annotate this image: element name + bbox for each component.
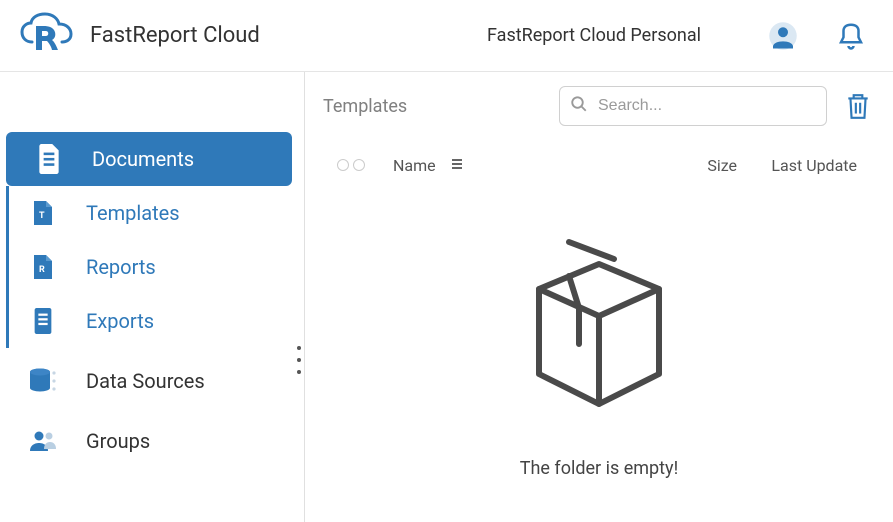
sidebar-item-groups[interactable]: Groups	[0, 414, 304, 468]
empty-box-icon	[509, 234, 689, 428]
notifications-bell-icon[interactable]	[833, 18, 869, 54]
sidebar-item-reports[interactable]: R Reports	[0, 240, 304, 294]
workspace-name[interactable]: FastReport Cloud Personal	[487, 25, 701, 46]
app-header: FastReport Cloud FastReport Cloud Person…	[0, 0, 893, 72]
sidebar-item-label: Documents	[92, 147, 194, 171]
sidebar-item-label: Reports	[86, 255, 156, 279]
app-logo-icon	[18, 12, 74, 60]
sidebar: Documents T Templates R Reports Exports …	[0, 72, 305, 522]
svg-text:R: R	[39, 265, 45, 275]
database-icon	[28, 368, 58, 394]
sidebar-item-label: Data Sources	[86, 369, 205, 393]
report-file-icon: R	[28, 254, 58, 280]
column-last-update[interactable]: Last Update	[737, 156, 857, 175]
sidebar-resize-handle[interactable]	[293, 342, 305, 378]
empty-state: The folder is empty!	[323, 190, 875, 522]
svg-text:T: T	[39, 211, 45, 221]
column-name[interactable]: Name	[393, 156, 436, 175]
main-content: Templates Name Size Last Upd	[305, 72, 893, 522]
sort-icon[interactable]	[450, 156, 464, 175]
sidebar-item-label: Exports	[86, 309, 154, 333]
empty-message: The folder is empty!	[520, 458, 678, 479]
search-input[interactable]	[598, 97, 816, 115]
sidebar-item-exports[interactable]: Exports	[0, 294, 304, 348]
select-all-checkbox[interactable]	[337, 159, 377, 171]
export-icon	[28, 308, 58, 334]
logo-area: FastReport Cloud	[18, 12, 260, 60]
column-size[interactable]: Size	[647, 156, 737, 175]
search-icon	[570, 95, 588, 117]
user-avatar-icon[interactable]	[765, 18, 801, 54]
sidebar-item-label: Templates	[86, 201, 180, 225]
template-file-icon: T	[28, 200, 58, 226]
app-title: FastReport Cloud	[90, 23, 260, 48]
breadcrumb[interactable]: Templates	[323, 96, 545, 117]
sidebar-item-label: Groups	[86, 429, 150, 453]
sidebar-item-datasources[interactable]: Data Sources	[0, 354, 304, 408]
trash-button[interactable]	[841, 89, 875, 123]
sidebar-item-documents[interactable]: Documents	[6, 132, 292, 186]
document-icon	[34, 144, 64, 174]
toolbar: Templates	[323, 86, 875, 126]
table-header: Name Size Last Update	[323, 140, 875, 190]
groups-icon	[28, 429, 58, 453]
sidebar-item-templates[interactable]: T Templates	[0, 186, 304, 240]
search-box[interactable]	[559, 86, 827, 126]
